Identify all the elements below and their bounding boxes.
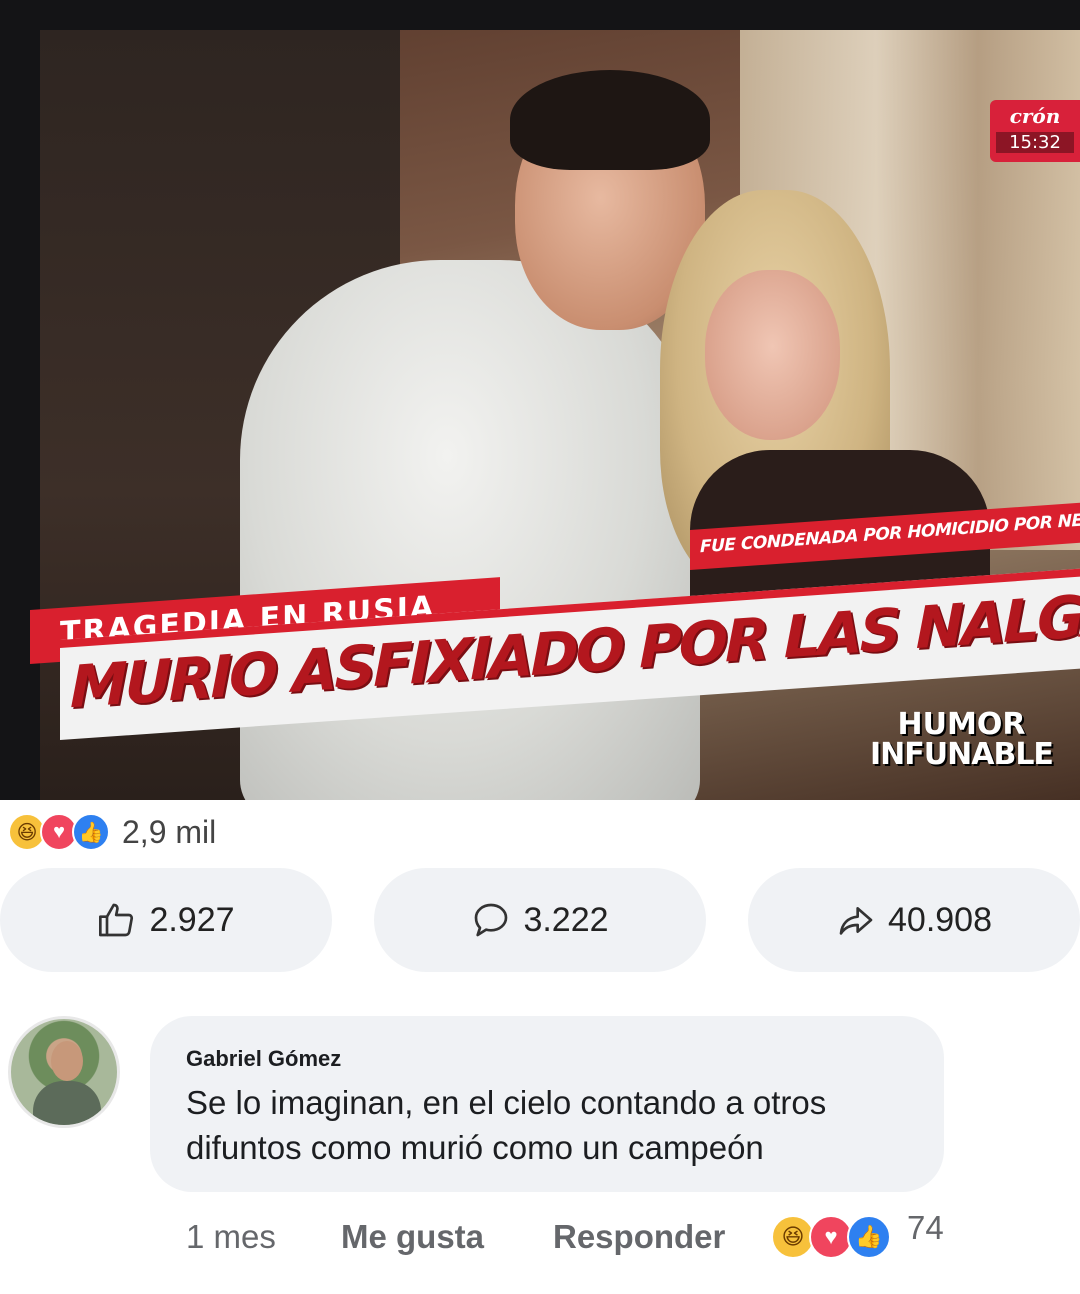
comment-count: 3.222 (523, 900, 609, 939)
avatar[interactable] (8, 1016, 120, 1128)
comment-like-button[interactable]: Me gusta (341, 1218, 553, 1256)
comment-text: Se lo imaginan, en el cielo contando a o… (186, 1084, 827, 1166)
comment-time[interactable]: 1 mes (186, 1218, 341, 1256)
like-icon: 👍 (72, 813, 110, 851)
share-button[interactable]: 40.908 (748, 868, 1080, 972)
comment-reply-button[interactable]: Responder (553, 1218, 771, 1256)
tv-screen (40, 30, 1080, 800)
reactions-count: 2,9 mil (122, 813, 217, 850)
share-icon (839, 907, 873, 935)
comment-author[interactable]: Gabriel Gómez (186, 1046, 908, 1072)
woman-face (705, 270, 840, 440)
like-button[interactable]: 2.927 (0, 868, 332, 972)
comment-bubble: Gabriel Gómez Se lo imaginan, en el ciel… (150, 1016, 944, 1192)
channel-logo-text: crón (1009, 104, 1061, 128)
channel-logo: crón 15:32 (990, 100, 1080, 162)
comment-reactions[interactable]: 😆 ♥ 👍 74 (771, 1209, 944, 1259)
woman-figure (690, 450, 990, 650)
share-count: 40.908 (888, 900, 992, 939)
like-count: 2.927 (149, 900, 235, 939)
comment-reaction-count: 74 (907, 1209, 944, 1246)
watermark-line-2: INFUNABLE (870, 737, 1054, 772)
broadcast-clock: 15:32 (996, 132, 1074, 153)
watermark: HUMOR INFUNABLE (870, 707, 1054, 772)
post-photo[interactable]: crón 15:32 FUE CONDENADA POR HOMICIDIO P… (0, 0, 1080, 800)
post-actions: 2.927 3.222 40.908 (0, 868, 1080, 974)
man-figure (240, 260, 700, 800)
man-hair (510, 70, 710, 170)
thumbs-up-icon (99, 903, 134, 937)
watermark-line-1: HUMOR (897, 707, 1026, 742)
comment-button[interactable]: 3.222 (374, 868, 706, 972)
avatar-shirt (33, 1081, 101, 1125)
avatar-head (51, 1041, 83, 1081)
reactions-summary[interactable]: 😆 ♥ 👍 2,9 mil (8, 812, 216, 852)
comment-meta: 1 mes Me gusta Responder 😆 ♥ 👍 74 (186, 1209, 944, 1262)
comment-icon (475, 903, 508, 937)
like-icon: 👍 (847, 1215, 891, 1259)
